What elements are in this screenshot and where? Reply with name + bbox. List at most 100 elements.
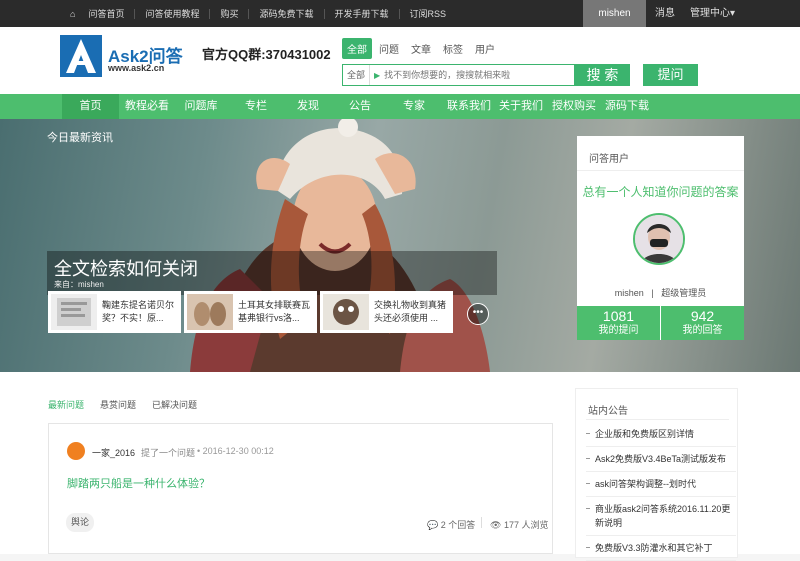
news-thumb[interactable]: 土耳其女排联赛瓦基弗银行vs洛... <box>184 291 317 333</box>
logo-url: www.ask2.cn <box>108 63 165 73</box>
nav-question-library[interactable]: 问题库 <box>178 94 224 119</box>
question-card: 一家_2016 提了一个问题 • 2016-12-30 00:12 脚踏两只船是… <box>48 423 553 554</box>
user-role: 超级管理员 <box>661 288 707 298</box>
announcement-item[interactable]: Ask2免费版V3.4BeTa测试版发布 <box>586 447 736 472</box>
answer-count-text: 2 个回答 <box>440 520 476 530</box>
avatar[interactable] <box>633 213 685 265</box>
my-questions-label: 我的提问 <box>598 325 639 336</box>
top-link-home[interactable]: ⌂ 问答首页 <box>70 9 134 19</box>
user-name-line: mishen | 超级管理员 <box>577 286 744 299</box>
view-count-text: 177 人浏览 <box>503 520 549 530</box>
top-link-rss[interactable]: 订阅RSS <box>398 8 457 19</box>
search-button[interactable]: 搜 索 <box>575 64 630 86</box>
search-tab-articles[interactable]: 文章 <box>406 38 436 59</box>
news-thumb-text: 鞠建东提名诺贝尔奖？不实！原... <box>102 300 175 323</box>
search-tab-all[interactable]: 全部 <box>342 38 372 59</box>
question-tag[interactable]: 舆论 <box>66 513 95 532</box>
nav-about[interactable]: 关于我们 <box>498 94 544 119</box>
my-questions-stat[interactable]: 1081 我的提问 <box>577 306 661 340</box>
nav-discover[interactable]: 发现 <box>288 94 328 119</box>
question-author[interactable]: 一家_2016 <box>92 446 135 459</box>
my-answers-label: 我的回答 <box>682 325 723 336</box>
nav-columns[interactable]: 专栏 <box>236 94 276 119</box>
nav-announcements[interactable]: 公告 <box>340 94 380 119</box>
news-thumb[interactable]: 鞠建东提名诺贝尔奖？不实！原... <box>48 291 181 333</box>
thumbnail-image <box>51 294 97 330</box>
top-link-manual-download[interactable]: 开发手册下载 <box>323 8 399 19</box>
main-content: 最新问题 悬赏问题 已解决问题 一家_2016 提了一个问题 • 2016-12… <box>0 372 800 561</box>
my-answers-count: 942 <box>690 308 715 324</box>
divider <box>577 170 744 171</box>
announcement-item[interactable]: 商业版ask2问答系统2016.11.20更新说明 <box>586 497 736 536</box>
more-news-button[interactable]: ••• <box>467 303 489 325</box>
top-link-buy[interactable]: 购买 <box>209 8 248 19</box>
announcement-list: 企业版和免费版区别详情 Ask2免费版V3.4BeTa测试版发布 ask问答架构… <box>586 422 736 561</box>
logo-icon[interactable] <box>60 35 102 77</box>
tab-bounty-questions[interactable]: 悬赏问题 <box>100 398 136 411</box>
user-menu[interactable]: mishen <box>583 0 646 27</box>
chevron-right-icon: ▶ <box>374 70 381 80</box>
ask-question-button[interactable]: 提问 <box>643 64 698 86</box>
main-nav: 首页 教程必看 问题库 专栏 发现 公告 专家 联系我们 关于我们 授权购买 源… <box>0 94 800 119</box>
search-box: 全部 ▶ <box>342 64 575 86</box>
tab-latest-questions[interactable]: 最新问题 <box>48 398 84 411</box>
top-link-tutorial[interactable]: 问答使用教程 <box>134 8 209 19</box>
user-card: 问答用户 总有一个人知道你问题的答案 mishen | 超级管理员 1081 我… <box>577 136 744 340</box>
banner-photo[interactable] <box>170 119 500 372</box>
nav-contact[interactable]: 联系我们 <box>444 94 494 119</box>
question-time: • 2016-12-30 00:12 <box>197 446 274 456</box>
featured-banner: 今日最新资讯 全文检索如何关闭 来自：mishen 鞠建东提名诺贝尔奖？不实！原… <box>0 119 800 372</box>
announcements-header: 站内公告 <box>588 406 628 417</box>
search-tab-questions[interactable]: 问题 <box>374 38 404 59</box>
news-thumb[interactable]: 交换礼物收到真猪头还必须使用 ... <box>320 291 453 333</box>
top-links: ⌂ 问答首页 问答使用教程 购买 源码免费下载 开发手册下载 订阅RSS <box>70 0 456 27</box>
nav-home[interactable]: 首页 <box>62 94 119 119</box>
divider <box>481 517 482 528</box>
nav-tutorial[interactable]: 教程必看 <box>120 94 174 119</box>
divider <box>586 419 729 420</box>
nav-license[interactable]: 授权购买 <box>551 94 597 119</box>
messages-link[interactable]: 消息 <box>655 0 675 27</box>
nav-source-download[interactable]: 源码下载 <box>604 94 650 119</box>
answer-count[interactable]: 💬 2 个回答 <box>427 518 475 531</box>
search-tabs: 全部 问题 文章 标签 用户 <box>342 38 502 59</box>
news-thumb-text: 交换礼物收到真猪头还必须使用 ... <box>374 300 447 323</box>
avatar[interactable] <box>67 442 85 460</box>
search-scope[interactable]: 全部 <box>343 65 371 85</box>
admin-center-menu[interactable]: 管理中心▾ <box>690 0 735 27</box>
banner-headline[interactable]: 全文检索如何关闭 <box>54 255 198 281</box>
banner-headline-box[interactable]: 全文检索如何关闭 来自：mishen <box>47 251 497 295</box>
news-thumbnails: 鞠建东提名诺贝尔奖？不实！原... 土耳其女排联赛瓦基弗银行vs洛... 交换礼… <box>48 291 456 333</box>
nav-experts[interactable]: 专家 <box>392 94 436 119</box>
user-divider: | <box>651 288 654 298</box>
site-header: Ask2问答 www.ask2.cn 官方QQ群:370431002 全部 问题… <box>0 27 800 94</box>
question-time-text: 2016-12-30 00:12 <box>202 446 274 456</box>
tab-solved-questions[interactable]: 已解决问题 <box>152 398 197 411</box>
avatar-image <box>635 215 683 263</box>
thumbnail-image <box>323 294 369 330</box>
banner-source: 来自：mishen <box>54 280 104 289</box>
my-answers-stat[interactable]: 942 我的回答 <box>661 306 744 340</box>
top-bar: ⌂ 问答首页 问答使用教程 购买 源码免费下载 开发手册下载 订阅RSS mish… <box>0 0 800 27</box>
question-title[interactable]: 脚踏两只船是一种什么体验？ <box>67 475 210 491</box>
top-link-source-download[interactable]: 源码免费下载 <box>248 8 323 19</box>
announcement-item[interactable]: 企业版和免费版区别详情 <box>586 422 736 447</box>
qq-group: 官方QQ群:370431002 <box>202 47 331 62</box>
announcement-item[interactable]: ask问答架构调整--划时代 <box>586 472 736 497</box>
user-name[interactable]: mishen <box>615 288 644 298</box>
user-card-header: 问答用户 <box>589 154 629 165</box>
question-tabs: 最新问题 悬赏问题 已解决问题 <box>48 398 213 411</box>
thumbnail-image <box>187 294 233 330</box>
news-thumb-text: 土耳其女排联赛瓦基弗银行vs洛... <box>238 300 311 323</box>
my-questions-count: 1081 <box>602 308 635 324</box>
announcement-item[interactable]: 免费版V3.3防灌水和其它补丁 <box>586 536 736 561</box>
search-tab-tags[interactable]: 标签 <box>438 38 468 59</box>
eye-icon: 👁 <box>490 520 502 530</box>
search-input[interactable] <box>384 70 574 80</box>
news-section-title: 今日最新资讯 <box>47 132 113 144</box>
announcements-panel: 站内公告 企业版和免费版区别详情 Ask2免费版V3.4BeTa测试版发布 as… <box>575 388 738 561</box>
user-card-slogan: 总有一个人知道你问题的答案 <box>582 185 739 199</box>
view-count: 👁 177 人浏览 <box>490 518 548 531</box>
search-tab-users[interactable]: 用户 <box>470 38 500 59</box>
comment-icon: 💬 <box>427 520 439 530</box>
